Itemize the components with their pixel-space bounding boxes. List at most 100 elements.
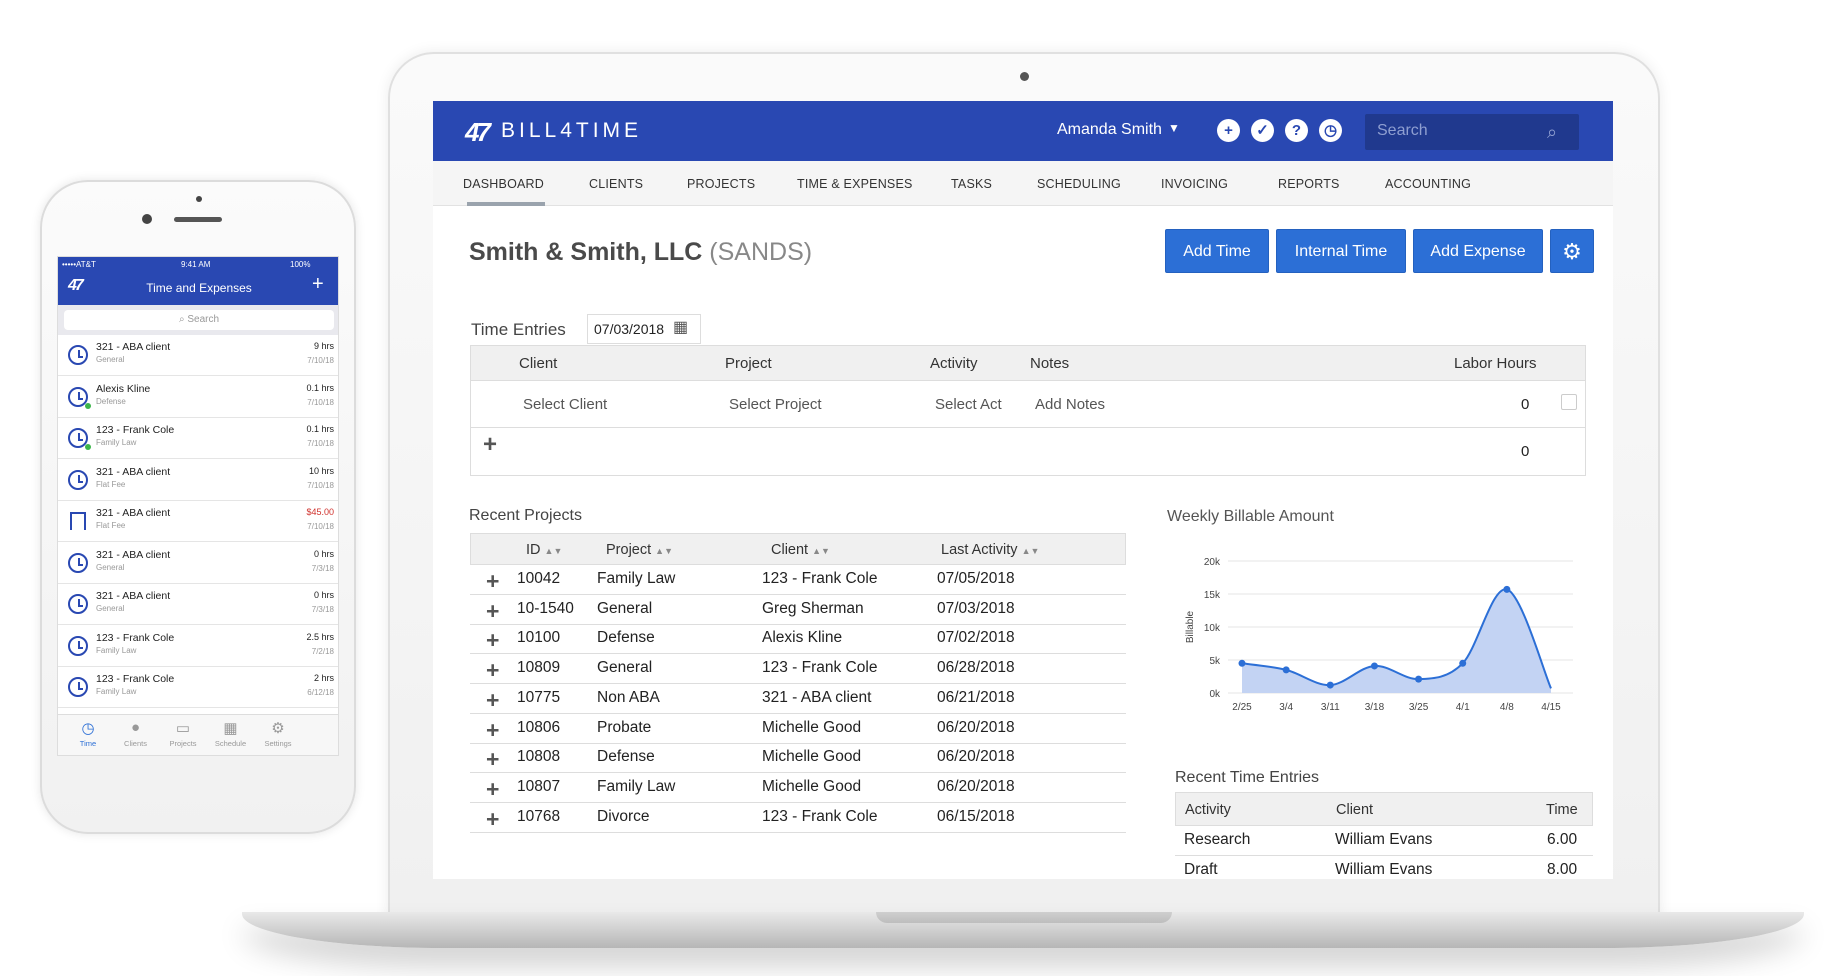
project-id[interactable]: 10042 bbox=[517, 570, 560, 588]
nav-accounting[interactable]: ACCOUNTING bbox=[1385, 177, 1471, 191]
phone-entry-item[interactable]: 321 - ABA client Flat Fee 10 hrs 7/10/18 bbox=[58, 460, 338, 501]
logo-text[interactable]: BILL4TIME bbox=[501, 119, 642, 143]
phone-entry-item[interactable]: 321 - ABA client General 0 hrs 7/3/18 bbox=[58, 584, 338, 625]
project-name[interactable]: General bbox=[597, 600, 652, 618]
user-menu[interactable]: Amanda Smith bbox=[1057, 121, 1162, 139]
project-name[interactable]: Divorce bbox=[597, 808, 650, 826]
internal-time-button[interactable]: Internal Time bbox=[1276, 229, 1406, 273]
phone-entry-item[interactable]: 321 - ABA client General 9 hrs 7/10/18 bbox=[58, 335, 338, 376]
project-id[interactable]: 10806 bbox=[517, 719, 560, 737]
project-row[interactable]: +10808 Defense Michelle Good 06/20/2018 bbox=[470, 743, 1126, 774]
column-project[interactable]: Project ▲▼ bbox=[606, 542, 673, 558]
search-icon[interactable]: ⌕ bbox=[1547, 122, 1557, 143]
column-id[interactable]: ID ▲▼ bbox=[526, 542, 562, 558]
phone-entry-item[interactable]: 321 - ABA client General 0 hrs 7/3/18 bbox=[58, 543, 338, 584]
project-id[interactable]: 10808 bbox=[517, 748, 560, 766]
select-client-field[interactable]: Select Client bbox=[523, 396, 607, 413]
project-id[interactable]: 10775 bbox=[517, 689, 560, 707]
add-expense-button[interactable]: Add Expense bbox=[1413, 229, 1543, 273]
nav-scheduling[interactable]: SCHEDULING bbox=[1037, 177, 1121, 191]
project-row[interactable]: +10-1540 General Greg Sherman 07/03/2018 bbox=[470, 595, 1126, 625]
phone-search-input[interactable]: ⌕ Search bbox=[64, 310, 334, 330]
nav-projects[interactable]: PROJECTS bbox=[687, 177, 755, 191]
expand-plus-icon[interactable]: + bbox=[486, 568, 499, 595]
expand-plus-icon[interactable]: + bbox=[486, 717, 499, 744]
project-name[interactable]: Family Law bbox=[597, 570, 675, 588]
add-notes-field[interactable]: Add Notes bbox=[1035, 396, 1105, 413]
phone-entry-item[interactable]: 123 - Frank Cole Family Law 2 hrs 6/12/18 bbox=[58, 667, 338, 708]
project-id[interactable]: 10809 bbox=[517, 659, 560, 677]
project-client[interactable]: 123 - Frank Cole bbox=[762, 808, 877, 826]
project-client[interactable]: Greg Sherman bbox=[762, 600, 864, 618]
clock-icon[interactable]: ◷ bbox=[1319, 119, 1342, 142]
expand-plus-icon[interactable]: + bbox=[486, 776, 499, 803]
check-circle-icon[interactable]: ✓ bbox=[1251, 119, 1274, 142]
project-row[interactable]: +10768 Divorce 123 - Frank Cole 06/15/2018 bbox=[470, 803, 1126, 833]
save-icon[interactable] bbox=[1561, 394, 1577, 410]
nav-clients[interactable]: CLIENTS bbox=[589, 177, 643, 191]
project-client[interactable]: Michelle Good bbox=[762, 748, 861, 766]
project-client[interactable]: 321 - ABA client bbox=[762, 689, 871, 707]
expand-plus-icon[interactable]: + bbox=[486, 657, 499, 684]
phone-entry-item[interactable]: Alexis Kline Defense 0.1 hrs 7/10/18 bbox=[58, 377, 338, 418]
phone-entry-item[interactable]: 123 - Frank Cole Family Law 2.5 hrs 7/2/18 bbox=[58, 626, 338, 667]
project-row[interactable]: +10807 Family Law Michelle Good 06/20/2018 bbox=[470, 773, 1126, 803]
phone-add-icon[interactable]: + bbox=[312, 273, 324, 296]
select-project-field[interactable]: Select Project bbox=[729, 396, 822, 413]
expand-plus-icon[interactable]: + bbox=[486, 687, 499, 714]
project-name[interactable]: Family Law bbox=[597, 778, 675, 796]
project-row[interactable]: +10806 Probate Michelle Good 06/20/2018 bbox=[470, 714, 1126, 744]
labor-hours-value[interactable]: 0 bbox=[1521, 396, 1529, 413]
entry-client[interactable]: William Evans bbox=[1335, 861, 1432, 879]
project-name[interactable]: Defense bbox=[597, 748, 655, 766]
nav-tasks[interactable]: TASKS bbox=[951, 177, 992, 191]
project-client[interactable]: Michelle Good bbox=[762, 778, 861, 796]
tab-settings[interactable]: ⚙ Settings bbox=[250, 719, 306, 748]
expand-plus-icon[interactable]: + bbox=[486, 627, 499, 654]
project-name[interactable]: Probate bbox=[597, 719, 651, 737]
phone-entry-item[interactable]: 123 - Frank Cole Family Law 0.1 hrs 7/10/18 bbox=[58, 418, 338, 459]
nav-invoicing[interactable]: INVOICING bbox=[1161, 177, 1228, 191]
project-client[interactable]: 123 - Frank Cole bbox=[762, 659, 877, 677]
project-name[interactable]: Defense bbox=[597, 629, 655, 647]
project-client[interactable]: Michelle Good bbox=[762, 719, 861, 737]
calendar-icon[interactable]: ▦ bbox=[673, 317, 688, 337]
add-circle-icon[interactable]: + bbox=[1217, 119, 1240, 142]
search-input[interactable] bbox=[1377, 122, 1537, 140]
entry-date: 7/2/18 bbox=[311, 646, 334, 656]
project-name[interactable]: General bbox=[597, 659, 652, 677]
entry-client[interactable]: William Evans bbox=[1335, 831, 1432, 849]
phone-entry-item[interactable]: 321 - ABA client Flat Fee $45.00 7/10/18 bbox=[58, 501, 338, 542]
nav-reports[interactable]: REPORTS bbox=[1278, 177, 1340, 191]
select-activity-field[interactable]: Select Act bbox=[935, 396, 1002, 413]
help-circle-icon[interactable]: ? bbox=[1285, 119, 1308, 142]
nav-dashboard[interactable]: DASHBOARD bbox=[463, 177, 544, 191]
expand-plus-icon[interactable]: + bbox=[486, 806, 499, 833]
project-row[interactable]: +10100 Defense Alexis Kline 07/02/2018 bbox=[470, 624, 1126, 655]
column-client[interactable]: Client ▲▼ bbox=[771, 542, 830, 558]
expand-plus-icon[interactable]: + bbox=[486, 598, 499, 625]
project-row[interactable]: +10042 Family Law 123 - Frank Cole 07/05/20… bbox=[470, 565, 1126, 595]
project-name[interactable]: Non ABA bbox=[597, 689, 660, 707]
project-id[interactable]: 10807 bbox=[517, 778, 560, 796]
add-time-button[interactable]: Add Time bbox=[1165, 229, 1269, 273]
y-tick-label: 15k bbox=[1204, 590, 1221, 601]
time-entry-row[interactable]: Research William Evans 6.00 bbox=[1175, 826, 1593, 856]
project-id[interactable]: 10-1540 bbox=[517, 600, 574, 618]
entry-value: $45.00 bbox=[306, 507, 334, 517]
project-id[interactable]: 10100 bbox=[517, 629, 560, 647]
project-client[interactable]: Alexis Kline bbox=[762, 629, 842, 647]
project-row[interactable]: +10775 Non ABA 321 - ABA client 06/21/2018 bbox=[470, 684, 1126, 714]
x-tick-label: 4/8 bbox=[1500, 702, 1514, 713]
nav-time-expenses[interactable]: TIME & EXPENSES bbox=[797, 177, 913, 191]
settings-gear-icon[interactable]: ⚙ bbox=[1550, 229, 1594, 273]
logo-icon[interactable]: 47 bbox=[465, 117, 495, 147]
expand-plus-icon[interactable]: + bbox=[486, 746, 499, 773]
project-client[interactable]: 123 - Frank Cole bbox=[762, 570, 877, 588]
project-row[interactable]: +10809 General 123 - Frank Cole 06/28/2018 bbox=[470, 654, 1126, 685]
column-last-activity[interactable]: Last Activity ▲▼ bbox=[941, 542, 1039, 558]
time-entry-row[interactable]: Draft William Evans 8.00 bbox=[1175, 856, 1593, 880]
project-id[interactable]: 10768 bbox=[517, 808, 560, 826]
caret-down-icon[interactable]: ▼ bbox=[1168, 121, 1180, 135]
add-entry-plus-icon[interactable]: + bbox=[483, 431, 497, 459]
